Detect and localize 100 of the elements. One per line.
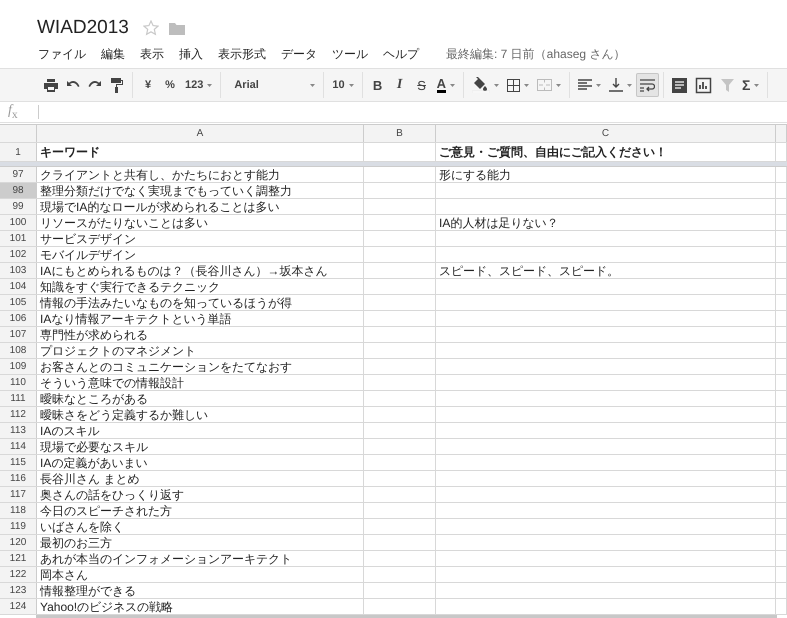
table-cell: いばさんを除く [37,519,364,534]
table-cell: 奥さんの話をひっくり返す [37,487,364,502]
table-cell: 岡本さん [37,567,364,582]
chart-icon [695,76,712,94]
row-header[interactable]: 102 [0,247,37,262]
table-cell: サービスデザイン [37,231,364,246]
row-header[interactable]: 114 [0,439,37,454]
row-header[interactable]: 110 [0,375,37,390]
caret-icon [310,84,316,86]
align-left-icon [578,79,592,91]
italic-button[interactable]: I [388,73,411,97]
column-header[interactable]: B [364,125,436,142]
row-header[interactable]: 113 [0,423,37,438]
row-header[interactable]: 119 [0,519,37,534]
menu-item[interactable]: 挿入 [179,46,203,62]
table-cell: 長谷川さん まとめ [37,471,364,486]
functions-button[interactable]: Σ [738,73,764,97]
row-header[interactable]: 124 [0,599,37,614]
row-header[interactable]: 123 [0,583,37,598]
menu-item[interactable]: ヘルプ [383,46,419,62]
document-title[interactable]: WIAD2013 [37,16,129,40]
row-header[interactable]: 99 [0,199,37,214]
table-cell: 現場でIA的なロールが求められることは多い [37,199,364,214]
row-header[interactable]: 112 [0,407,37,422]
table-cell: リソースがたりないことは多い [37,215,364,230]
row-header[interactable]: 104 [0,279,37,294]
font-size-dropdown[interactable]: 10 [328,73,358,97]
row-header[interactable]: 111 [0,391,37,406]
table-cell: 曖昧さをどう定義するか難しい [37,407,364,422]
row-header[interactable]: 121 [0,551,37,566]
table-cell: IAなり情報アーキテクトという単語 [37,311,364,326]
table-cell: 今日のスピーチされた方 [37,503,364,518]
caret-icon [348,84,354,86]
table-cell: スピード、スピード、スピード。 [436,263,776,278]
wrap-text-icon [640,78,655,92]
row-header[interactable]: 106 [0,311,37,326]
font-dropdown[interactable]: Arial [225,73,320,97]
caret-icon [450,84,455,86]
paint-bucket-icon [472,77,490,93]
menu-item[interactable]: 編集 [101,46,125,62]
align-bottom-icon [609,78,623,92]
wrap-text-button[interactable] [636,73,659,97]
table-cell: ご意見・ご質問、自由にご記入ください！ [436,143,776,161]
number-format-button[interactable]: ¥ [137,73,159,97]
row-header[interactable]: 1 [0,143,37,161]
merge-cells-icon [537,79,552,91]
column-header[interactable]: A [37,125,364,142]
row-header[interactable]: 107 [0,327,37,342]
row-header[interactable]: 105 [0,295,37,310]
number-format-button[interactable]: % [159,73,181,97]
table-cell: 整理分類だけでなく実現までもっていく調整力 [37,183,364,198]
table-cell: IAのスキル [37,423,364,438]
undo-icon [66,80,80,90]
row-header[interactable]: 108 [0,343,37,358]
table-cell: キーワード [37,143,364,161]
menu-item[interactable]: 表示 [140,46,164,62]
table-cell: お客さんとのコミュニケーションをたてなおす [37,359,364,374]
text-color-button[interactable]: A [432,73,459,97]
row-header[interactable]: 116 [0,471,37,486]
table-cell: プロジェクトのマネジメント [37,343,364,358]
row-header[interactable]: 100 [0,215,37,230]
table-cell: 情報整理ができる [37,583,364,598]
row-header[interactable]: 120 [0,535,37,550]
menu-item[interactable]: データ [281,46,317,62]
table-cell: 形にする能力 [436,167,776,182]
strikethrough-button[interactable]: S [410,73,433,97]
row-header[interactable]: 109 [0,359,37,374]
table-cell: あれが本当のインフォメーションアーキテクト [37,551,364,566]
table-cell: IA的人材は足りない？ [436,215,776,230]
caret-icon [494,84,499,86]
menu-item[interactable]: ツール [332,46,368,62]
row-header[interactable]: 98 [0,183,37,198]
number-format-button[interactable]: 123 [181,73,216,97]
horizontal-scrollbar[interactable] [36,615,777,618]
row-header[interactable]: 103 [0,263,37,278]
menu-item[interactable]: ファイル [38,46,86,62]
table-cell: IAの定義があいまい [37,455,364,470]
menu-item[interactable]: 表示形式 [218,46,266,62]
table-cell: そういう意味での情報設計 [37,375,364,390]
column-header[interactable]: C [436,125,776,142]
row-header[interactable]: 118 [0,503,37,518]
caret-icon [524,84,529,86]
row-header[interactable]: 117 [0,487,37,502]
caret-icon [207,84,212,86]
row-header[interactable]: 115 [0,455,37,470]
table-cell: 情報の手法みたいなものを知っているほうが得 [37,295,364,310]
borders-icon [507,78,520,92]
last-edit-link[interactable]: 最終編集: 7 日前（ahaseg さん） [446,46,626,62]
caret-icon [556,84,561,86]
table-cell: 曖昧なところがある [37,391,364,406]
row-header[interactable]: 97 [0,167,37,182]
table-cell: モバイルデザイン [37,247,364,262]
star-icon[interactable] [142,20,159,36]
table-cell: 知識をすぐ実行できるテクニック [37,279,364,294]
row-header[interactable]: 101 [0,231,37,246]
redo-icon [88,80,102,90]
print-icon [44,78,58,92]
table-cell: Yahoo!のビジネスの戦略 [37,599,364,614]
row-header[interactable]: 122 [0,567,37,582]
bold-button[interactable]: B [366,73,389,97]
